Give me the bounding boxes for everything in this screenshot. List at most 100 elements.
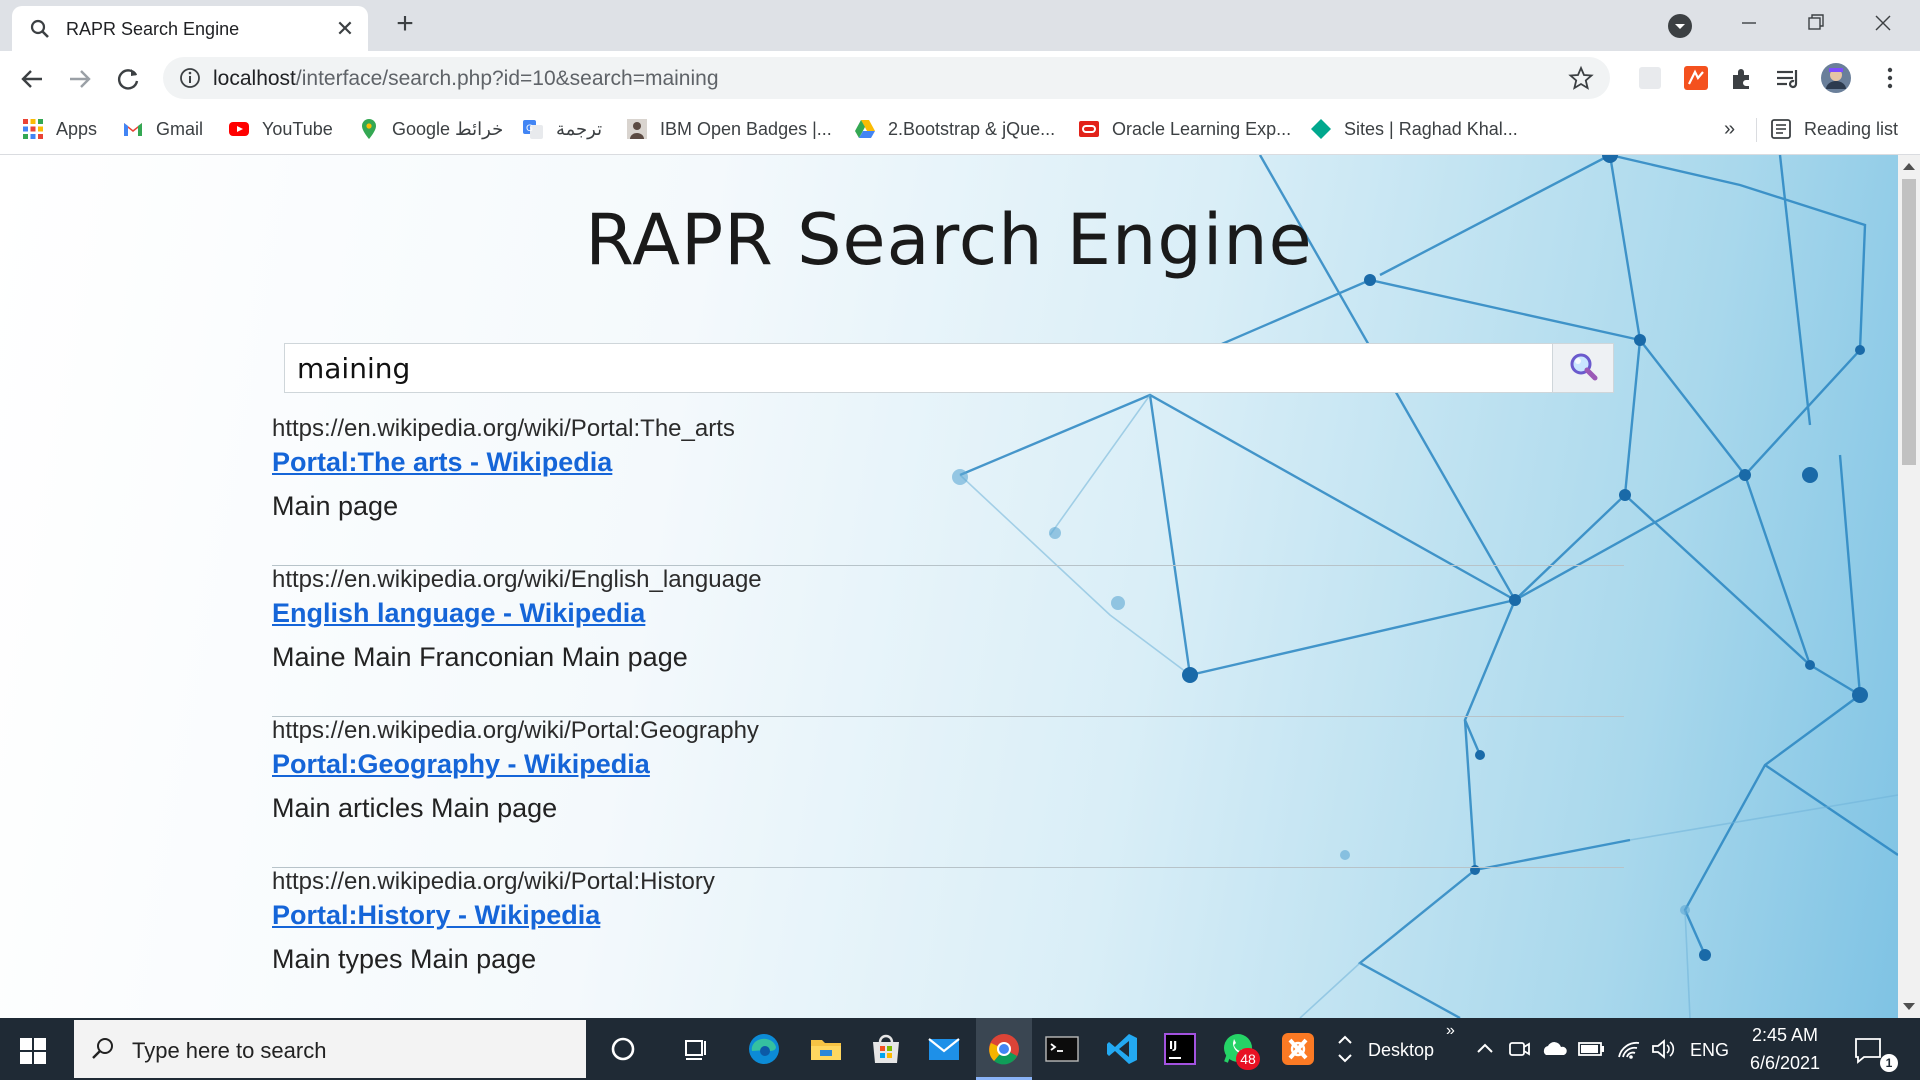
bookmark-label: 2.Bootstrap & jQue...	[888, 118, 1056, 139]
bookmark-label: Gmail	[156, 118, 204, 139]
show-hidden-icons-icon[interactable]	[1470, 1031, 1500, 1067]
wifi-icon[interactable]	[1614, 1031, 1644, 1067]
magnifier-icon	[1570, 353, 1598, 381]
battery-icon[interactable]	[1576, 1031, 1606, 1067]
extensions-puzzle-icon[interactable]	[1728, 64, 1756, 92]
taskbar-scroll-arrows-icon[interactable]	[1334, 1031, 1356, 1067]
page-scrollbar[interactable]	[1898, 155, 1920, 1018]
oracle-icon	[1079, 121, 1099, 137]
bookmark-star-icon[interactable]	[1568, 65, 1594, 91]
address-bar[interactable]: localhost/interface/search.php?id=10&sea…	[163, 57, 1610, 99]
xampp-icon[interactable]	[1280, 1031, 1316, 1067]
chevron-down-icon	[1675, 24, 1685, 29]
bookmark-apps[interactable]: Apps	[22, 114, 97, 144]
bookmark-gmail[interactable]: Gmail	[122, 114, 203, 144]
youtube-icon	[229, 122, 249, 136]
cortana-icon[interactable]	[605, 1031, 641, 1067]
result-title-link[interactable]: English language - Wikipedia	[272, 598, 645, 629]
bookmark-label: Sites | Raghad Khal...	[1344, 118, 1518, 139]
bookmark-google-maps[interactable]: Google خرائط	[358, 114, 503, 144]
reload-icon[interactable]	[112, 63, 144, 95]
desktop-toolbar-label[interactable]: Desktop	[1368, 1040, 1434, 1061]
extension-blank-icon[interactable]	[1636, 64, 1664, 92]
extension-pdf-icon[interactable]	[1682, 64, 1710, 92]
meet-now-icon[interactable]	[1504, 1031, 1534, 1067]
scroll-up-arrow[interactable]	[1903, 163, 1915, 170]
edge-browser-icon[interactable]	[746, 1031, 782, 1067]
media-playlist-icon[interactable]	[1774, 64, 1802, 92]
result-item: https://en.wikipedia.org/wiki/Portal:His…	[272, 868, 1624, 1018]
reading-list-button[interactable]: Reading list	[1770, 114, 1898, 144]
bookmark-translate[interactable]: G ترجمة	[522, 114, 602, 144]
result-url: https://en.wikipedia.org/wiki/Portal:His…	[272, 868, 715, 895]
terminal-icon[interactable]	[1044, 1031, 1080, 1067]
ibm-badges-icon	[627, 119, 647, 139]
input-language[interactable]: ENG	[1690, 1040, 1729, 1061]
search-icon	[30, 19, 49, 38]
result-title-link[interactable]: Portal:Geography - Wikipedia	[272, 749, 650, 780]
windows-taskbar: Type here to search IJ 48 Desktop » ENG …	[0, 1018, 1920, 1080]
vscode-icon[interactable]	[1104, 1031, 1140, 1067]
address-path: /interface/search.php?id=10&search=maini…	[295, 67, 719, 90]
windows-start-icon[interactable]	[20, 1038, 46, 1064]
tab-title: RAPR Search Engine	[66, 19, 240, 39]
file-explorer-icon[interactable]	[808, 1031, 844, 1067]
result-title-link[interactable]: Portal:The arts - Wikipedia	[272, 447, 612, 478]
back-icon[interactable]	[16, 63, 48, 95]
task-view-icon[interactable]	[678, 1031, 714, 1067]
bookmark-label: Oracle Learning Exp...	[1112, 118, 1292, 139]
bookmarks-bar: Apps Gmail YouTube Google خرائط G ترجمة …	[0, 106, 1920, 155]
browser-tab[interactable]: RAPR Search Engine ✕	[12, 6, 368, 51]
reading-list-label: Reading list	[1804, 118, 1899, 139]
bookmark-bootstrap[interactable]: 2.Bootstrap & jQue...	[854, 114, 1055, 144]
page-title: RAPR Search Engine	[585, 199, 1313, 281]
mail-icon[interactable]	[926, 1031, 962, 1067]
whatsapp-unread-badge: 48	[1236, 1048, 1260, 1070]
result-snippet: Maine Main Franconian Main page	[272, 642, 688, 672]
clock-date[interactable]: 6/6/2021	[1750, 1053, 1820, 1074]
google-drive-icon	[855, 120, 875, 138]
google-translate-icon: G	[523, 120, 543, 139]
desktop-toolbar-overflow[interactable]: »	[1446, 1022, 1455, 1040]
bookmark-youtube[interactable]: YouTube	[228, 114, 333, 144]
bookmark-ibm-badges[interactable]: IBM Open Badges |...	[626, 114, 832, 144]
browser-toolbar: localhost/interface/search.php?id=10&sea…	[0, 51, 1920, 106]
bookmarks-divider	[1756, 118, 1757, 142]
bookmark-oracle[interactable]: Oracle Learning Exp...	[1078, 114, 1291, 144]
clock-time[interactable]: 2:45 AM	[1752, 1025, 1818, 1046]
minimize-window-icon[interactable]	[1734, 10, 1764, 36]
bookmark-label: Apps	[56, 118, 98, 139]
page-viewport: RAPR Search Engine https://en.wikipedia.…	[0, 155, 1898, 1018]
tab-search-button[interactable]	[1668, 14, 1692, 38]
chrome-menu-icon[interactable]	[1876, 64, 1904, 92]
scroll-down-arrow[interactable]	[1903, 1003, 1915, 1010]
microsoft-store-icon[interactable]	[868, 1031, 904, 1067]
close-window-icon[interactable]	[1868, 10, 1898, 36]
result-title-link[interactable]: Portal:History - Wikipedia	[272, 900, 600, 931]
chrome-browser-icon[interactable]	[986, 1031, 1022, 1067]
result-snippet: Main articles Main page	[272, 793, 558, 823]
site-info-icon[interactable]	[179, 67, 201, 89]
google-sites-icon	[1311, 119, 1331, 139]
taskbar-search-placeholder: Type here to search	[132, 1038, 327, 1063]
profile-avatar-icon[interactable]	[1820, 62, 1852, 94]
onedrive-cloud-icon[interactable]	[1540, 1031, 1570, 1067]
taskbar-search-box[interactable]: Type here to search	[74, 1020, 586, 1078]
volume-icon[interactable]	[1648, 1031, 1678, 1067]
restore-window-icon[interactable]	[1800, 10, 1830, 36]
intellij-icon[interactable]: IJ	[1162, 1031, 1198, 1067]
bookmark-google-sites[interactable]: Sites | Raghad Khal...	[1310, 114, 1518, 144]
result-item: https://en.wikipedia.org/wiki/Portal:The…	[272, 415, 1624, 566]
forward-icon[interactable]	[64, 63, 96, 95]
new-tab-button[interactable]: +	[390, 9, 420, 40]
bookmark-label: IBM Open Badges |...	[660, 118, 832, 139]
search-form	[284, 343, 1614, 393]
scroll-thumb[interactable]	[1902, 179, 1916, 465]
bookmarks-overflow-button[interactable]: »	[1724, 118, 1735, 141]
search-button[interactable]	[1552, 344, 1613, 392]
notification-count-badge: 1	[1880, 1054, 1898, 1072]
google-maps-icon	[362, 119, 376, 139]
result-item: https://en.wikipedia.org/wiki/Portal:Geo…	[272, 717, 1624, 868]
tab-close-button[interactable]: ✕	[332, 16, 358, 42]
search-input[interactable]	[285, 344, 1519, 392]
